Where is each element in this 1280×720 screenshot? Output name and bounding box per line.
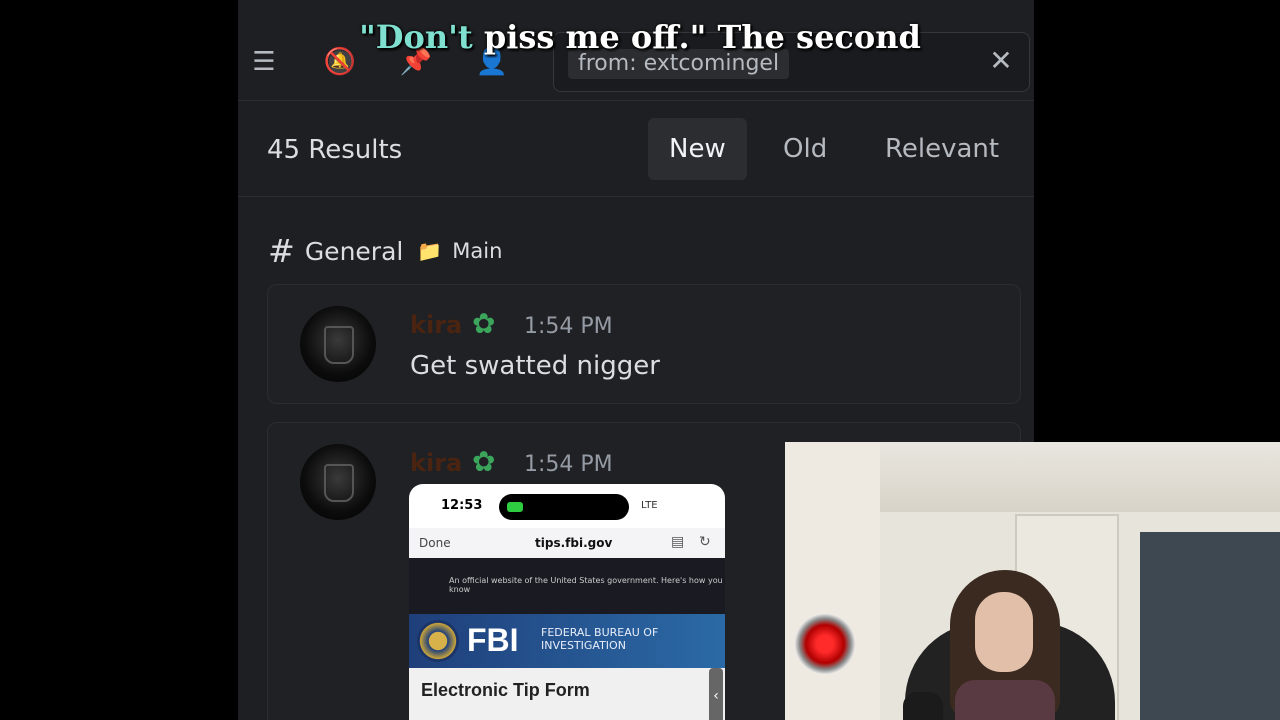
phone-status-bar: 12:53 LTE: [409, 484, 725, 528]
gov-banner: An official website of the United States…: [409, 558, 725, 614]
form-title: Electronic Tip Form: [421, 680, 590, 700]
webcam-wall: [785, 442, 880, 720]
message-timestamp: 1:54 PM: [524, 452, 613, 477]
message-content: Get swatted nigger: [410, 351, 660, 381]
role-badge-icon: ✿: [472, 445, 496, 478]
reload-icon: ↻: [699, 534, 711, 550]
folder-icon: 📁: [417, 239, 443, 263]
browser-address-bar: Done tips.fbi.gov ▤ ↻: [409, 528, 725, 559]
network-indicator: LTE: [641, 500, 658, 511]
message-author[interactable]: kira: [410, 449, 462, 477]
fbi-logo-text: FBI: [467, 622, 519, 658]
streamer-face: [975, 592, 1033, 672]
avatar[interactable]: [300, 306, 376, 382]
reader-icon: ▤: [671, 534, 685, 550]
url-text: tips.fbi.gov: [535, 536, 613, 550]
dynamic-island: [499, 494, 629, 520]
message-timestamp: 1:54 PM: [524, 314, 613, 339]
channel-name[interactable]: General: [305, 237, 404, 266]
role-badge-icon: ✿: [472, 307, 496, 340]
fbi-subtitle: FEDERAL BUREAU OF INVESTIGATION: [541, 626, 659, 652]
caption-text: piss me off." The second: [472, 18, 921, 56]
sort-tab-old[interactable]: Old: [762, 118, 848, 180]
caption-highlight: "Don't: [359, 18, 473, 56]
webcam-overlay: [785, 442, 1280, 720]
phone-time: 12:53: [441, 498, 483, 513]
webcam-closet: [1140, 532, 1280, 720]
hash-icon: #: [268, 232, 295, 270]
heat-lamp: [795, 614, 855, 674]
image-attachment[interactable]: 12:53 LTE Done tips.fbi.gov ▤ ↻ An offic…: [409, 484, 725, 720]
sort-tab-relevant[interactable]: Relevant: [864, 118, 1020, 180]
fbi-header: FBI FEDERAL BUREAU OF INVESTIGATION: [409, 614, 725, 668]
video-caption: "Don't piss me off." The second: [0, 18, 1280, 56]
chevron-left-icon: ‹: [709, 668, 723, 720]
tip-form-area: Electronic Tip Form ‹: [409, 668, 725, 720]
fbi-seal-icon: [417, 620, 459, 662]
streamer-shirt: [955, 680, 1055, 720]
avatar[interactable]: [300, 444, 376, 520]
category-name: Main: [452, 239, 503, 263]
results-count: 45 Results: [267, 135, 403, 165]
message-result[interactable]: kira ✿ 1:54 PM Get swatted nigger: [267, 284, 1021, 404]
sort-tab-new[interactable]: New: [648, 118, 747, 180]
channel-header[interactable]: # General 📁 Main: [268, 232, 502, 270]
done-button: Done: [419, 536, 451, 550]
microphone: [903, 692, 943, 720]
results-header: 45 Results New Old Relevant: [238, 101, 1034, 197]
message-author[interactable]: kira: [410, 311, 462, 339]
gov-banner-text: An official website of the United States…: [449, 576, 723, 594]
